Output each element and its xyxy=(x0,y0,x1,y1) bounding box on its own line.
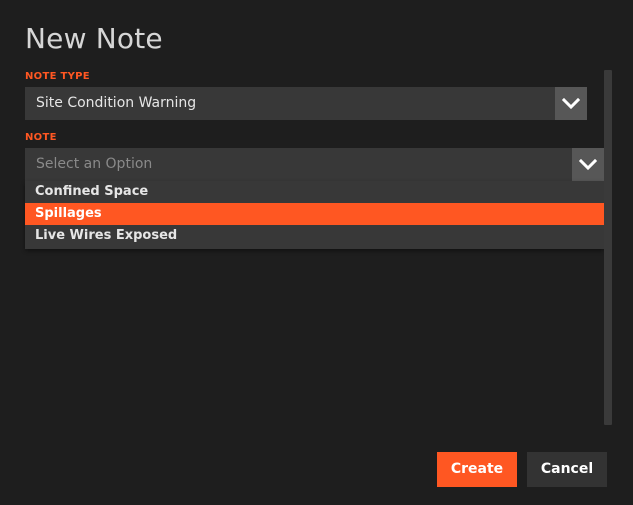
option-live-wires-exposed[interactable]: Live Wires Exposed xyxy=(25,225,604,247)
note-type-value: Site Condition Warning xyxy=(36,95,197,111)
chevron-down-icon xyxy=(562,97,580,109)
dialog-title: New Note xyxy=(25,22,163,55)
note-dropdown-button[interactable] xyxy=(572,148,604,181)
note-placeholder: Select an Option xyxy=(36,156,153,172)
note-type-dropdown-button[interactable] xyxy=(555,87,587,120)
note-type-select[interactable]: Site Condition Warning xyxy=(25,87,587,120)
note-label: NOTE xyxy=(25,132,57,143)
cancel-button[interactable]: Cancel xyxy=(527,452,607,487)
create-button[interactable]: Create xyxy=(437,452,517,487)
new-note-dialog: New Note NOTE TYPE Site Condition Warnin… xyxy=(0,0,633,505)
note-options-list: Confined Space Spillages Live Wires Expo… xyxy=(25,181,604,249)
note-type-label: NOTE TYPE xyxy=(25,71,90,82)
scrollbar[interactable] xyxy=(604,70,612,425)
option-spillages[interactable]: Spillages xyxy=(25,203,604,225)
chevron-down-icon xyxy=(579,158,597,170)
option-confined-space[interactable]: Confined Space xyxy=(25,181,604,203)
note-select[interactable]: Select an Option xyxy=(25,148,604,181)
